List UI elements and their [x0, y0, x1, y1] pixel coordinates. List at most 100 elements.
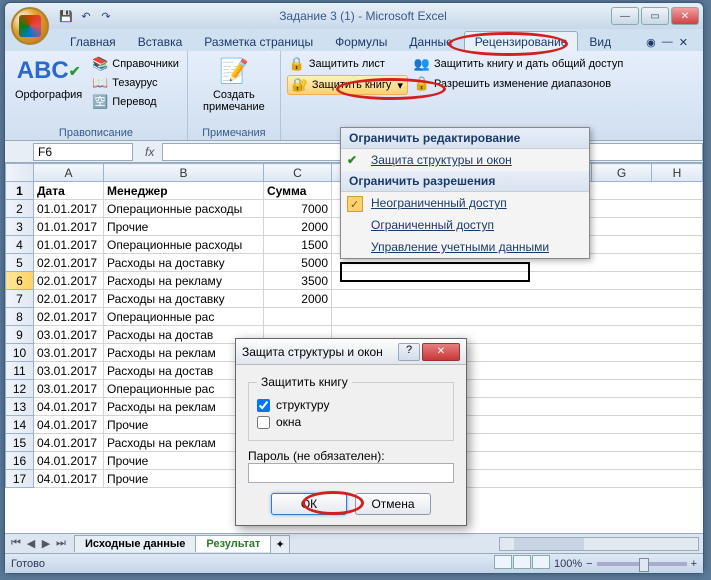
cell[interactable]: 02.01.2017: [34, 272, 104, 290]
cell[interactable]: Сумма: [264, 182, 332, 200]
cell[interactable]: 03.01.2017: [34, 380, 104, 398]
references-button[interactable]: 📚Справочники: [90, 55, 181, 73]
zoom-in-icon[interactable]: +: [691, 558, 697, 570]
structure-checkbox-label[interactable]: структуру: [257, 398, 445, 412]
cell[interactable]: 04.01.2017: [34, 434, 104, 452]
sheet-tab-active[interactable]: Результат: [195, 535, 271, 552]
cell[interactable]: Расходы на доставку: [104, 290, 264, 308]
cell[interactable]: [332, 290, 703, 308]
tab-insert[interactable]: Вставка: [127, 31, 194, 51]
column-header-A[interactable]: A: [34, 164, 104, 182]
column-header-H[interactable]: H: [652, 164, 703, 182]
close-button[interactable]: ✕: [671, 7, 699, 25]
row-header[interactable]: 10: [6, 344, 34, 362]
cell[interactable]: Дата: [34, 182, 104, 200]
ribbon-minimize-icon[interactable]: —: [662, 36, 673, 49]
manage-credentials-item[interactable]: Управление учетными данными: [341, 236, 589, 258]
column-header-B[interactable]: B: [104, 164, 264, 182]
new-sheet-icon[interactable]: ✦: [270, 535, 290, 553]
windows-checkbox[interactable]: [257, 416, 270, 429]
zoom-out-icon[interactable]: −: [586, 558, 592, 570]
save-icon[interactable]: 💾: [57, 7, 75, 25]
minimize-button[interactable]: —: [611, 7, 639, 25]
horizontal-scrollbar[interactable]: [499, 537, 699, 551]
spelling-button[interactable]: ABC✔ Орфография: [11, 53, 86, 126]
next-sheet-icon[interactable]: ▶: [39, 537, 53, 550]
row-header[interactable]: 1: [6, 182, 34, 200]
cell[interactable]: 03.01.2017: [34, 326, 104, 344]
name-box[interactable]: F6: [33, 143, 133, 161]
zoom-level[interactable]: 100%: [554, 558, 582, 570]
zoom-slider[interactable]: [597, 562, 687, 566]
windows-checkbox-label[interactable]: окна: [257, 415, 445, 429]
cell[interactable]: 1500: [264, 236, 332, 254]
cell[interactable]: 2000: [264, 290, 332, 308]
row-header[interactable]: 6: [6, 272, 34, 290]
cell[interactable]: 7000: [264, 200, 332, 218]
fx-icon[interactable]: fx: [137, 145, 162, 159]
sheet-tab[interactable]: Исходные данные: [74, 535, 196, 552]
share-workbook-button[interactable]: 👥Защитить книгу и дать общий доступ: [412, 55, 625, 73]
cell[interactable]: [264, 308, 332, 326]
row-header[interactable]: 13: [6, 398, 34, 416]
protect-structure-item[interactable]: Защита структуры и окон: [341, 149, 589, 171]
protect-sheet-button[interactable]: 🔒Защитить лист: [287, 55, 408, 73]
row-header[interactable]: 2: [6, 200, 34, 218]
office-button[interactable]: [11, 7, 49, 45]
tab-formulas[interactable]: Формулы: [324, 31, 398, 51]
cell[interactable]: Операционные расходы: [104, 236, 264, 254]
cell[interactable]: 03.01.2017: [34, 362, 104, 380]
cell[interactable]: Менеджер: [104, 182, 264, 200]
last-sheet-icon[interactable]: ⏭: [54, 537, 68, 550]
dialog-titlebar[interactable]: Защита структуры и окон ? ✕: [236, 339, 466, 365]
cell[interactable]: 03.01.2017: [34, 344, 104, 362]
cell[interactable]: 01.01.2017: [34, 200, 104, 218]
allow-ranges-button[interactable]: 🔓Разрешить изменение диапазонов: [412, 75, 625, 93]
cell[interactable]: Операционные рас: [104, 308, 264, 326]
structure-checkbox[interactable]: [257, 399, 270, 412]
cell[interactable]: 04.01.2017: [34, 416, 104, 434]
cancel-button[interactable]: Отмена: [355, 493, 431, 515]
row-header[interactable]: 11: [6, 362, 34, 380]
row-header[interactable]: 3: [6, 218, 34, 236]
thesaurus-button[interactable]: 📖Тезаурус: [90, 74, 181, 92]
tab-view[interactable]: Вид: [578, 31, 622, 51]
cell[interactable]: 01.01.2017: [34, 218, 104, 236]
dialog-close-button[interactable]: ✕: [422, 343, 460, 361]
tab-home[interactable]: Главная: [59, 31, 127, 51]
row-header[interactable]: 4: [6, 236, 34, 254]
cell[interactable]: 04.01.2017: [34, 470, 104, 488]
column-header-G[interactable]: G: [592, 164, 652, 182]
maximize-button[interactable]: ▭: [641, 7, 669, 25]
workbook-close-icon[interactable]: ✕: [679, 36, 688, 49]
row-header[interactable]: 14: [6, 416, 34, 434]
ok-button[interactable]: ОК: [271, 493, 347, 515]
cell[interactable]: 02.01.2017: [34, 308, 104, 326]
help-icon[interactable]: ◉: [646, 36, 656, 49]
cell[interactable]: Операционные расходы: [104, 200, 264, 218]
column-header-C[interactable]: C: [264, 164, 332, 182]
row-header[interactable]: 8: [6, 308, 34, 326]
cell[interactable]: 5000: [264, 254, 332, 272]
cell[interactable]: 02.01.2017: [34, 290, 104, 308]
row-header[interactable]: 17: [6, 470, 34, 488]
row-header[interactable]: 9: [6, 326, 34, 344]
cell[interactable]: [332, 308, 703, 326]
password-input[interactable]: [248, 463, 454, 483]
new-comment-button[interactable]: 📝 Создать примечание: [194, 53, 274, 126]
select-all-corner[interactable]: [6, 164, 34, 182]
row-header[interactable]: 12: [6, 380, 34, 398]
translate-button[interactable]: 🈳Перевод: [90, 93, 181, 111]
cell[interactable]: Расходы на рекламу: [104, 272, 264, 290]
tab-data[interactable]: Данные: [398, 31, 463, 51]
undo-icon[interactable]: ↶: [77, 7, 95, 25]
protect-workbook-button[interactable]: 🔐Защитить книгу▾: [287, 75, 408, 95]
row-header[interactable]: 16: [6, 452, 34, 470]
cell[interactable]: [332, 272, 703, 290]
row-header[interactable]: 7: [6, 290, 34, 308]
prev-sheet-icon[interactable]: ◀: [24, 537, 38, 550]
row-header[interactable]: 15: [6, 434, 34, 452]
tab-review[interactable]: Рецензирование: [464, 31, 579, 51]
cell[interactable]: 04.01.2017: [34, 452, 104, 470]
unrestricted-access-item[interactable]: Неограниченный доступ: [341, 192, 589, 214]
